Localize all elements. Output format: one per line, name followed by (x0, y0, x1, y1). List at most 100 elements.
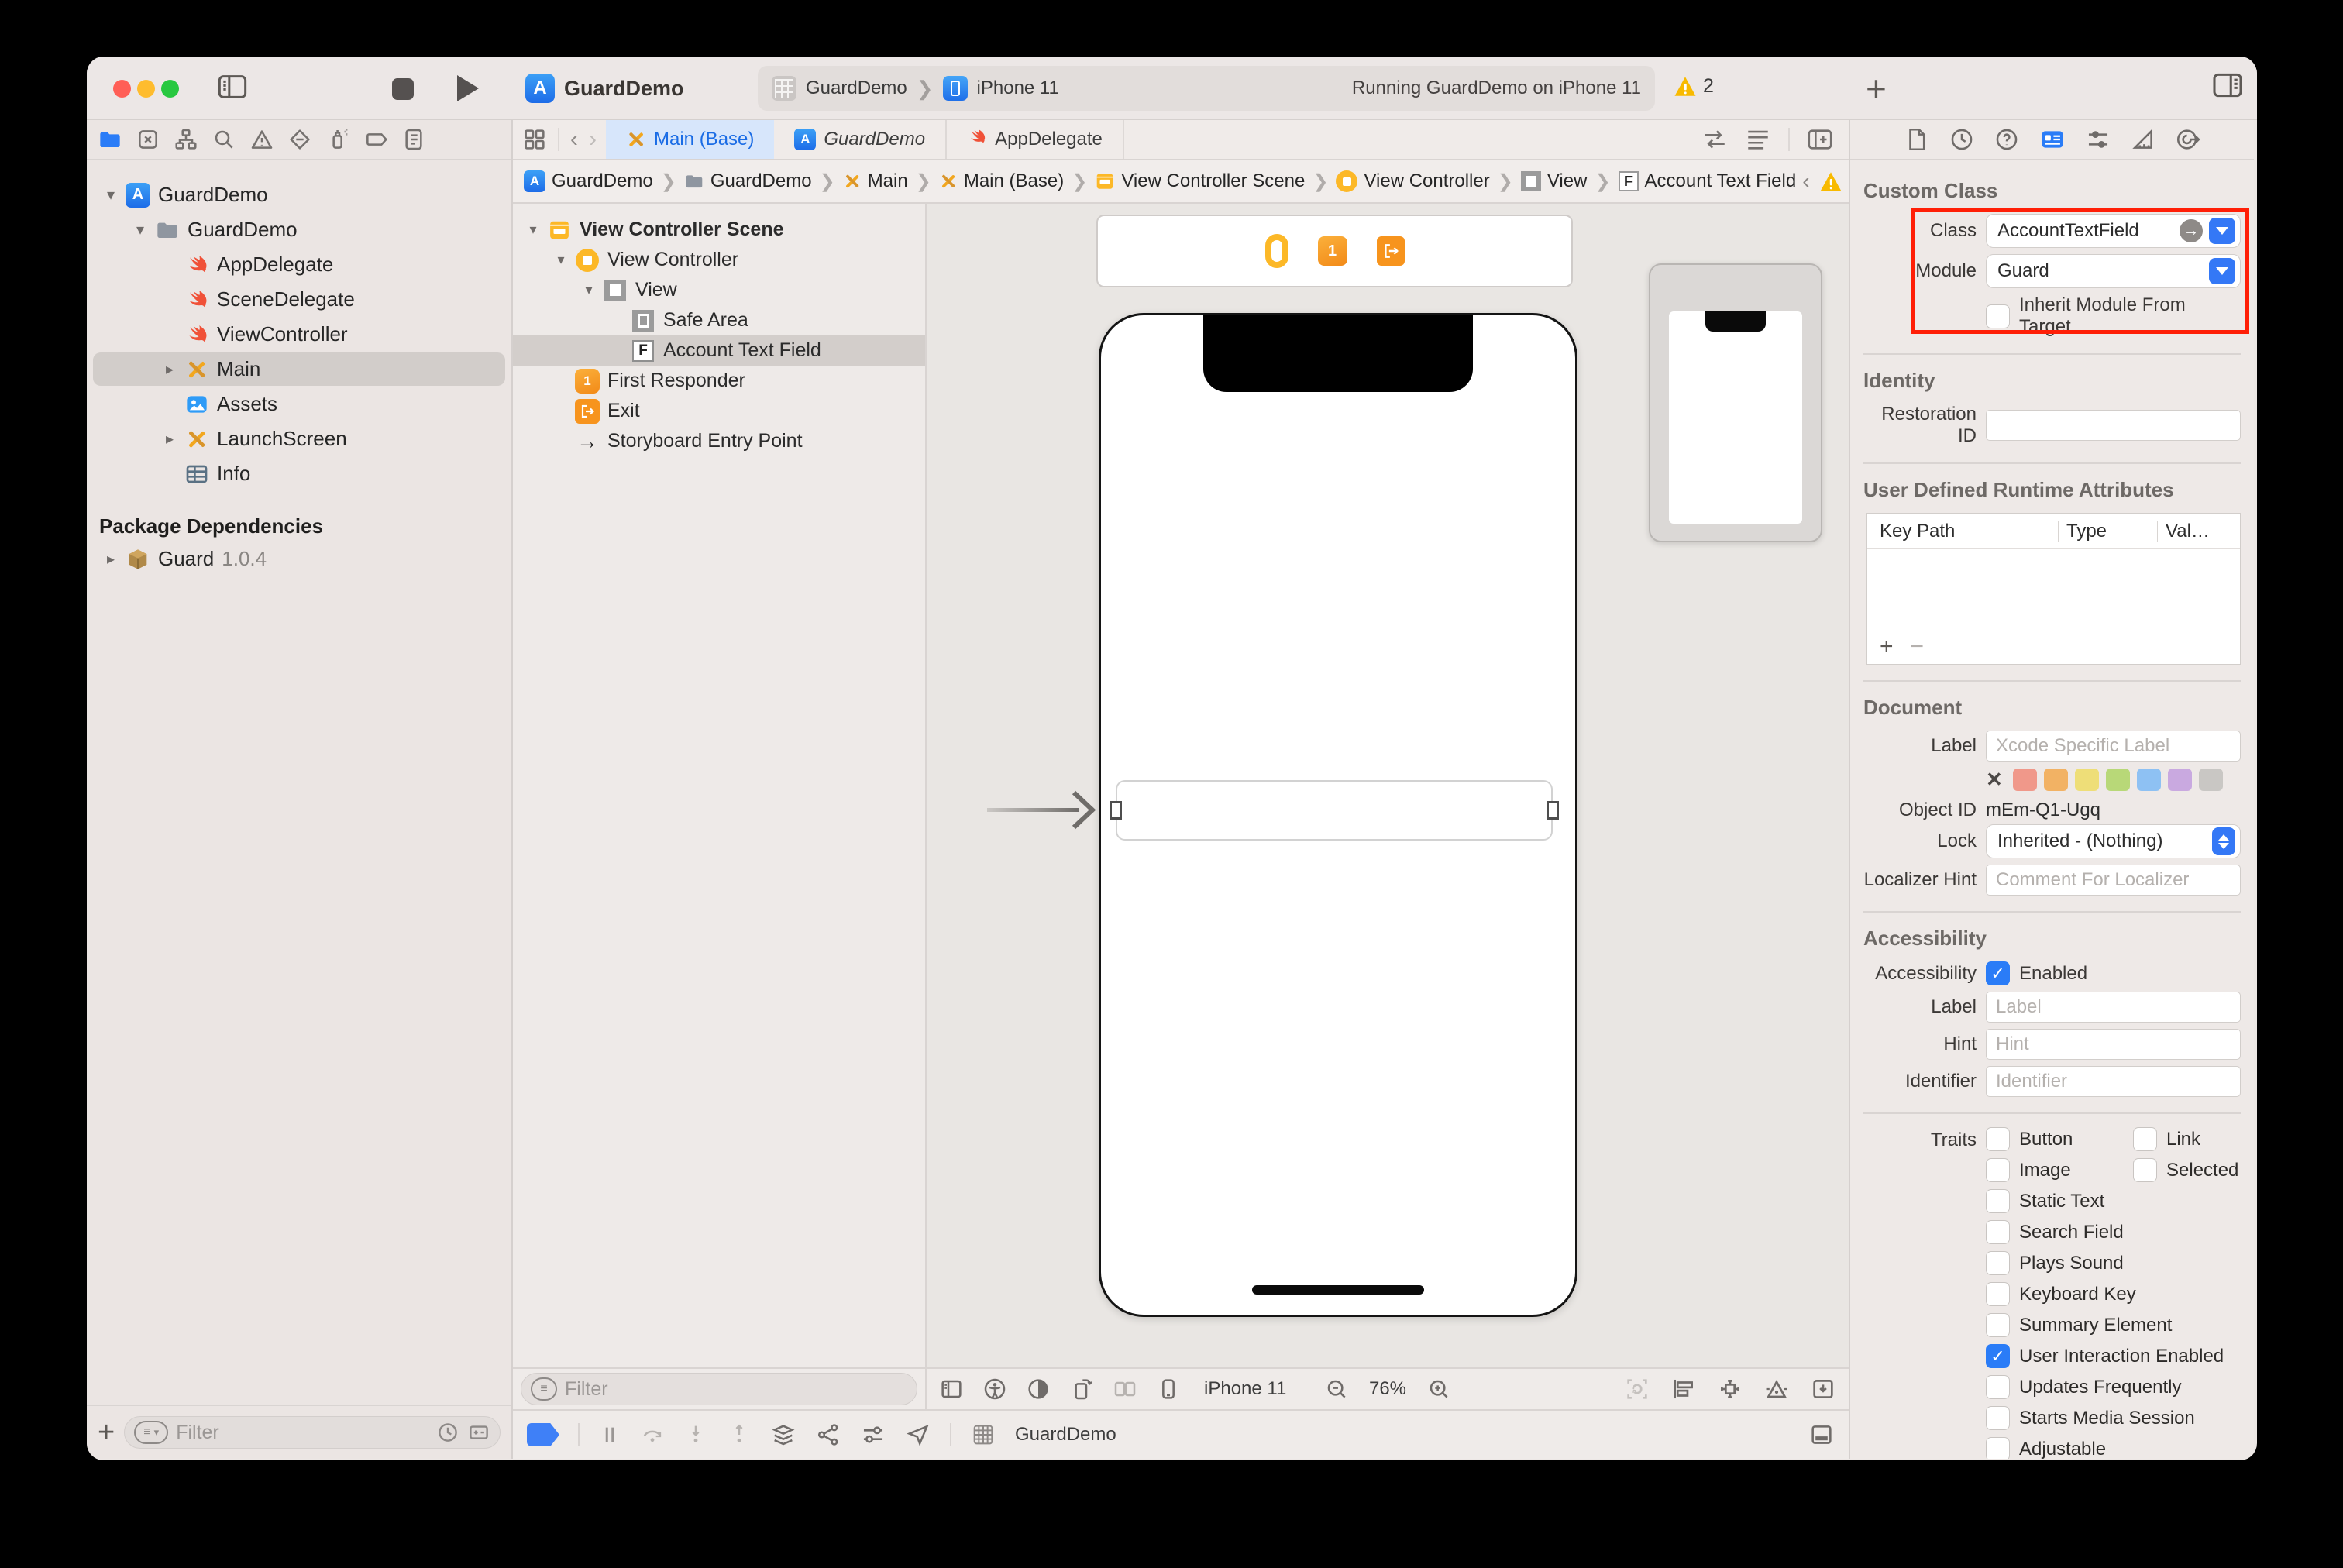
sidebar-item-package-guard[interactable]: ▸ Guard 1.0.4 (87, 542, 511, 576)
class-field[interactable]: AccountTextField → (1986, 214, 2241, 248)
localizer-hint-field[interactable]: Comment For Localizer (1986, 865, 2241, 896)
breakpoints-toggle-button[interactable] (527, 1423, 559, 1446)
outline-item-first-responder[interactable]: 1 First Responder (513, 366, 925, 396)
trait-static-text[interactable]: ✓Static Text (1986, 1189, 2241, 1213)
issues-tab-icon[interactable] (249, 127, 274, 152)
simulate-location-icon[interactable] (905, 1422, 931, 1448)
environment-overrides-icon[interactable] (860, 1422, 886, 1448)
first-responder-dock-icon[interactable]: 1 (1318, 236, 1347, 266)
connections-inspector-tab-icon[interactable] (2175, 126, 2201, 153)
file-inspector-tab-icon[interactable] (1904, 126, 1930, 153)
trait-starts-media-session[interactable]: ✓Starts Media Session (1986, 1406, 2241, 1430)
breadcrumb[interactable]: View (1521, 170, 1588, 192)
color-swatch-blue[interactable] (2137, 769, 2161, 791)
color-swatch-purple[interactable] (2168, 769, 2192, 791)
udra-table[interactable]: Key Path Type Val… + − (1866, 513, 2241, 665)
breadcrumb[interactable]: FAccount Text Field (1619, 170, 1797, 192)
module-field[interactable]: Guard (1986, 254, 2241, 288)
back-button[interactable]: ‹ (570, 126, 578, 153)
attributes-inspector-tab-icon[interactable] (2085, 126, 2111, 153)
debug-tab-icon[interactable] (325, 127, 350, 152)
toggle-navigator-icon[interactable] (217, 74, 248, 104)
sidebar-item-launchscreen[interactable]: ▸ LaunchScreen (87, 421, 511, 456)
zoom-out-icon[interactable] (1324, 1377, 1349, 1401)
trait-image[interactable]: ✓Image (1986, 1158, 2133, 1182)
sidebar-item-folder-guarddemo[interactable]: ▾ GuardDemo (87, 212, 511, 247)
trait-keyboard-key[interactable]: ✓Keyboard Key (1986, 1282, 2241, 1306)
zoom-window-button[interactable] (161, 80, 179, 98)
warning-count-badge[interactable]: 2 (1674, 75, 1714, 98)
lock-stepper-button[interactable] (2212, 827, 2235, 855)
code-review-icon[interactable] (1701, 128, 1728, 151)
project-navigator-tab-icon[interactable] (98, 127, 122, 152)
outline-item-account-text-field[interactable]: F Account Text Field (513, 335, 925, 366)
selection-handle-right[interactable] (1547, 801, 1559, 820)
step-over-icon[interactable] (640, 1422, 665, 1447)
exit-dock-icon[interactable] (1377, 236, 1405, 266)
accessibility-identifier-field[interactable]: Identifier (1986, 1066, 2241, 1097)
sidebar-item-viewcontroller[interactable]: ViewController (87, 317, 511, 352)
view-hierarchy-icon[interactable] (770, 1422, 796, 1448)
module-dropdown-button[interactable] (2209, 258, 2235, 284)
update-frames-icon[interactable] (1624, 1376, 1650, 1402)
color-swatch-green[interactable] (2106, 769, 2130, 791)
disclosure-open-icon[interactable]: ▾ (99, 185, 122, 205)
restoration-id-field[interactable] (1986, 410, 2241, 441)
source-control-status-icon[interactable] (467, 1421, 490, 1444)
add-constraints-icon[interactable] (1717, 1376, 1743, 1402)
step-into-icon[interactable] (683, 1422, 708, 1447)
color-swatch-orange[interactable] (2044, 769, 2068, 791)
zoom-level[interactable]: 76% (1369, 1378, 1406, 1400)
class-dropdown-button[interactable] (2209, 218, 2235, 244)
breadcrumb[interactable]: View Controller Scene (1095, 170, 1305, 192)
breadcrumb[interactable]: AGuardDemo (524, 170, 653, 192)
device-icon[interactable] (1156, 1377, 1181, 1401)
sidebar-item-project-guarddemo[interactable]: ▾ A GuardDemo (87, 177, 511, 212)
toggle-inspector-icon[interactable] (2211, 72, 2244, 102)
stop-button[interactable] (392, 78, 414, 100)
accessibility-enabled-checkbox[interactable]: ✓ (1986, 961, 2010, 985)
outline-item-scene[interactable]: ▾ View Controller Scene (513, 215, 925, 245)
run-button[interactable] (457, 75, 479, 101)
clear-color-button[interactable]: ✕ (1986, 768, 2003, 792)
document-label-field[interactable]: Xcode Specific Label (1986, 731, 2241, 762)
pause-debug-icon[interactable] (598, 1423, 621, 1446)
inherit-module-checkbox[interactable]: ✓ (1986, 304, 2010, 328)
trait-search-field[interactable]: ✓Search Field (1986, 1220, 2241, 1244)
tab-overview-icon[interactable] (522, 127, 547, 152)
add-editor-icon[interactable] (1807, 128, 1833, 151)
scheme-destination-bar[interactable]: GuardDemo ❯ iPhone 11 Running GuardDemo … (758, 66, 1655, 111)
storyboard-canvas[interactable]: 1 (927, 204, 1849, 1367)
udra-add-button[interactable]: + (1880, 634, 1894, 660)
disclosure-closed-icon[interactable]: ▸ (99, 549, 122, 569)
tab-guarddemo[interactable]: A GuardDemo (774, 120, 947, 159)
trait-selected[interactable]: ✓Selected (2133, 1158, 2241, 1182)
udra-remove-button[interactable]: − (1911, 634, 1925, 660)
trait-link[interactable]: ✓Link (2133, 1127, 2241, 1151)
accessibility-label-field[interactable]: Label (1986, 992, 2241, 1023)
find-tab-icon[interactable] (212, 127, 236, 152)
breadcrumb[interactable]: GuardDemo (684, 170, 812, 192)
size-inspector-tab-icon[interactable] (2130, 126, 2156, 153)
device-label[interactable]: iPhone 11 (1204, 1378, 1286, 1400)
outline-filter-field[interactable]: ≡ Filter (521, 1373, 917, 1405)
disclosure-open-icon[interactable]: ▾ (129, 220, 152, 239)
split-preview-icon[interactable] (1113, 1377, 1137, 1401)
sidebar-item-assets[interactable]: Assets (87, 387, 511, 421)
hide-outline-icon[interactable] (939, 1377, 964, 1401)
hide-debug-area-icon[interactable] (1808, 1422, 1835, 1448)
color-swatch-gray[interactable] (2199, 769, 2223, 791)
trait-summary-element[interactable]: ✓Summary Element (1986, 1313, 2241, 1337)
view-controller-dock-icon[interactable] (1265, 234, 1288, 268)
minimize-window-button[interactable] (137, 80, 155, 98)
jump-to-class-button[interactable]: → (2180, 219, 2203, 242)
close-window-button[interactable] (113, 80, 131, 98)
new-tab-button[interactable]: + (1866, 67, 1887, 109)
zoom-in-icon[interactable] (1426, 1377, 1451, 1401)
account-text-field[interactable] (1116, 780, 1553, 841)
trait-adjustable[interactable]: ✓Adjustable (1986, 1437, 2241, 1459)
memory-graph-icon[interactable] (815, 1422, 841, 1448)
trait-plays-sound[interactable]: ✓Plays Sound (1986, 1251, 2241, 1275)
quick-help-inspector-tab-icon[interactable] (1994, 126, 2020, 153)
tab-main-base[interactable]: Main (Base) (606, 120, 774, 159)
